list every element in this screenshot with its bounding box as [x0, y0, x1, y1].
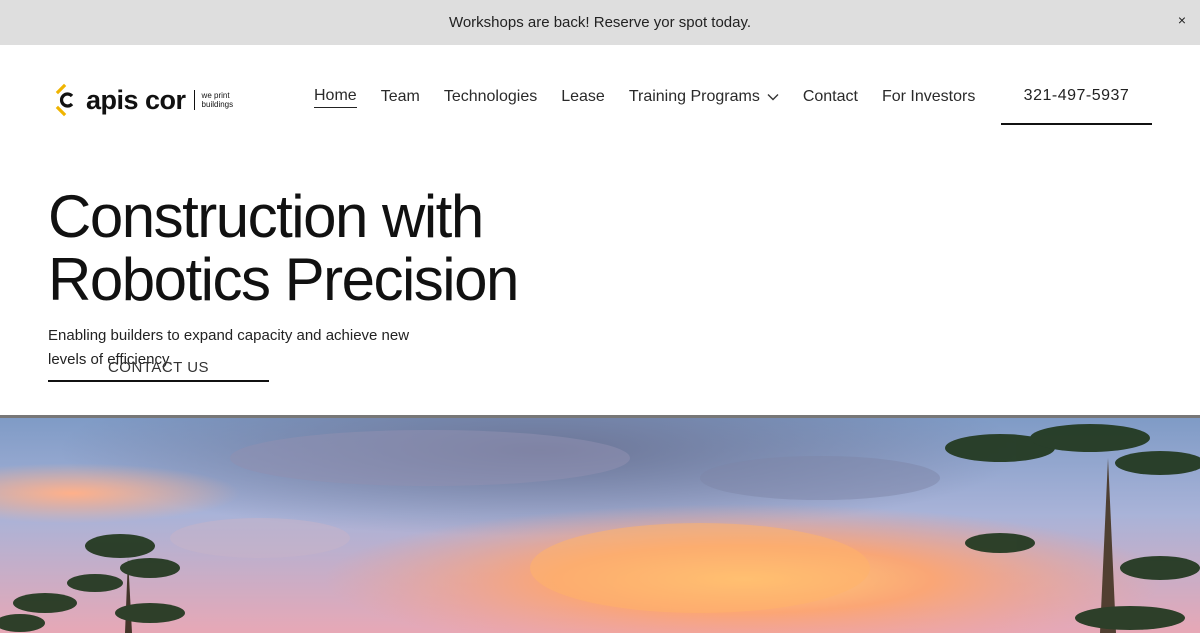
nav-item-label: Training Programs — [628, 87, 760, 105]
nav-item-label: Technologies — [443, 87, 538, 105]
nav-item-label: Contact — [802, 87, 858, 105]
nav-item-technologies[interactable]: Technologies — [444, 88, 537, 108]
nav-item-label: Team — [380, 87, 420, 105]
hero-title-line-1: Construction with — [48, 183, 484, 250]
logo[interactable]: apis cor we print buildings — [54, 83, 242, 117]
nav-item-label: Home — [314, 87, 357, 104]
logo-mark-icon — [55, 83, 74, 117]
logo-brand: apis cor — [86, 84, 186, 115]
hero-image — [0, 415, 1200, 633]
announcement-text[interactable]: Workshops are back! Reserve yor spot tod… — [449, 14, 751, 31]
main-nav: Home Team Technologies Lease Training Pr… — [314, 87, 999, 108]
chevron-down-icon — [767, 93, 779, 100]
hero-title: Construction with Robotics Precision — [48, 183, 519, 313]
nav-item-label: Lease — [561, 87, 605, 105]
nav-item-label: For Investors — [881, 87, 976, 105]
logo-tagline: we print buildings — [201, 91, 234, 109]
nav-item-team[interactable]: Team — [381, 88, 420, 108]
nav-item-home[interactable]: Home — [314, 87, 357, 108]
sunset-sky-pine-trees-image — [0, 418, 1200, 633]
close-icon[interactable]: × — [1178, 12, 1186, 28]
nav-item-training-programs[interactable]: Training Programs — [629, 88, 779, 108]
hero-title-line-2: Robotics Precision — [48, 246, 519, 313]
logo-divider — [193, 90, 195, 110]
nav-item-contact[interactable]: Contact — [803, 88, 858, 108]
announcement-bar: Workshops are back! Reserve yor spot tod… — [0, 0, 1200, 45]
nav-item-for-investors[interactable]: For Investors — [882, 88, 975, 108]
site-header: apis cor we print buildings Home Team Te… — [0, 45, 1200, 145]
contact-us-button[interactable]: CONTACT US — [48, 355, 269, 382]
phone-button[interactable]: 321-497-5937 — [1001, 85, 1152, 125]
nav-item-lease[interactable]: Lease — [561, 88, 605, 108]
